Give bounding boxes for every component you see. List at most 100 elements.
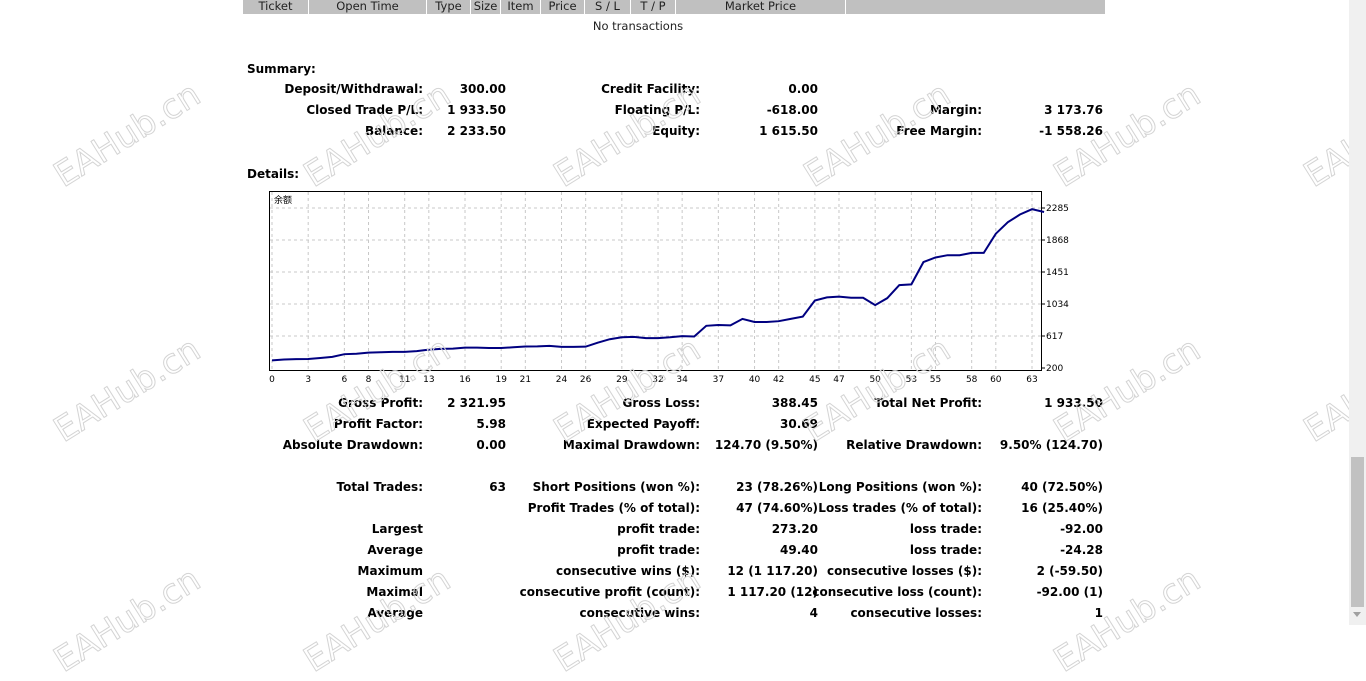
x-tick-label: 47 [833, 375, 844, 385]
positions-table-header: Ticket Open Time Type Size Item Price S / LT /… [243, 0, 1106, 14]
stat-label: Equity: [652, 124, 700, 138]
stat-label: loss trade: [909, 543, 982, 557]
details-heading: Details: [247, 167, 300, 181]
x-tick-label: 37 [713, 375, 724, 385]
stat-label: Gross Profit: [338, 396, 423, 410]
x-tick-label: 21 [520, 375, 531, 385]
stat-value: 1 933.50 [1044, 396, 1103, 410]
stat-label: Profit Trades (% of total): [527, 501, 700, 515]
stat-value: 300.00 [459, 82, 506, 96]
stat-label: Average [367, 543, 423, 557]
y-tick-label: 1868 [1046, 236, 1069, 246]
x-tick-label: 24 [556, 375, 568, 385]
watermark-text: EAHub.cn [1046, 329, 1208, 451]
stat-value: -1 558.26 [1039, 124, 1103, 138]
stat-value: 49.40 [780, 543, 818, 557]
column-header[interactable]: Price [541, 0, 585, 14]
x-tick-label: 0 [269, 375, 275, 385]
stat-value: 30.69 [780, 417, 818, 431]
stat-value: 5.98 [476, 417, 506, 431]
stat-label: Total Net Profit: [874, 396, 982, 410]
x-tick-label: 42 [773, 375, 784, 385]
stat-value: 4 [809, 606, 818, 620]
stat-label: Long Positions (won %): [818, 480, 982, 494]
stat-value: 12 (1 117.20) [727, 564, 818, 578]
stat-label: consecutive losses: [850, 606, 982, 620]
stat-value: 1 117.20 (12) [727, 585, 818, 599]
stat-label: Loss trades (% of total): [818, 501, 982, 515]
stat-label: loss trade: [909, 522, 982, 536]
x-tick-label: 11 [399, 375, 410, 385]
stat-value: 1 615.50 [759, 124, 818, 138]
stat-value: 124.70 (9.50%) [714, 438, 818, 452]
stat-value: 3 173.76 [1044, 103, 1103, 117]
stat-label: consecutive losses ($): [826, 564, 982, 578]
stat-value: 2 (-59.50) [1036, 564, 1103, 578]
column-header[interactable] [846, 0, 1106, 14]
stat-label: Free Margin: [896, 124, 982, 138]
x-tick-label: 26 [580, 375, 592, 385]
stat-value: -92.00 [1060, 522, 1103, 536]
watermark-text: EAHub.cn [46, 559, 208, 681]
stat-label: Absolute Drawdown: [282, 438, 423, 452]
watermark-text: EAHub.cn [46, 74, 208, 196]
stat-value: -92.00 (1) [1036, 585, 1103, 599]
x-tick-label: 58 [966, 375, 978, 385]
column-header[interactable]: Type [427, 0, 471, 14]
column-header[interactable]: Size [471, 0, 501, 14]
x-tick-label: 53 [906, 375, 917, 385]
stat-value: -24.28 [1060, 543, 1103, 557]
stat-value: 40 (72.50%) [1021, 480, 1103, 494]
y-tick-label: 617 [1046, 332, 1063, 342]
summary-heading: Summary: [247, 62, 316, 76]
stat-value: 0.00 [476, 438, 506, 452]
stat-label: Total Trades: [336, 480, 423, 494]
stat-value: 63 [489, 480, 506, 494]
vertical-scrollbar[interactable] [1349, 0, 1366, 625]
stat-label: Floating P/L: [614, 103, 700, 117]
scrollbar-thumb[interactable] [1351, 457, 1364, 607]
x-tick-label: 50 [869, 375, 881, 385]
x-tick-label: 6 [342, 375, 348, 385]
column-header[interactable]: Open Time [309, 0, 427, 14]
stat-value: -618.00 [766, 103, 818, 117]
x-tick-label: 60 [990, 375, 1002, 385]
stat-label: consecutive wins: [579, 606, 700, 620]
stat-label: profit trade: [617, 522, 700, 536]
column-header[interactable]: S / L [585, 0, 631, 14]
stat-label: Largest [371, 522, 423, 536]
stat-value: 1 933.50 [447, 103, 506, 117]
stat-label: Maximal Drawdown: [562, 438, 700, 452]
x-tick-label: 34 [676, 375, 688, 385]
stat-label: Average [367, 606, 423, 620]
stat-label: Short Positions (won %): [532, 480, 700, 494]
watermark-text: EAHub.cn [46, 329, 208, 451]
x-tick-label: 19 [495, 375, 507, 385]
stat-label: Closed Trade P/L: [306, 103, 423, 117]
chart-title: 余额 [274, 194, 292, 206]
stat-label: Deposit/Withdrawal: [284, 82, 423, 96]
column-header[interactable]: Ticket [243, 0, 309, 14]
stat-value: 2 233.50 [447, 124, 506, 138]
x-tick-label: 13 [423, 375, 434, 385]
stat-label: Maximal [366, 585, 423, 599]
stat-value: 388.45 [771, 396, 818, 410]
y-tick-label: 200 [1046, 364, 1063, 374]
x-tick-label: 63 [1026, 375, 1037, 385]
no-transactions-text: No transactions [592, 19, 684, 33]
scroll-down-arrow-icon[interactable] [1353, 612, 1361, 617]
stat-label: Expected Payoff: [586, 417, 700, 431]
stat-value: 16 (25.40%) [1021, 501, 1103, 515]
y-tick-label: 1451 [1046, 268, 1069, 278]
column-header[interactable]: Market Price [676, 0, 846, 14]
x-tick-label: 3 [305, 375, 311, 385]
x-tick-label: 29 [616, 375, 628, 385]
stat-label: Relative Drawdown: [846, 438, 982, 452]
x-tick-label: 55 [930, 375, 941, 385]
stat-value: 273.20 [771, 522, 818, 536]
stat-label: consecutive loss (count): [812, 585, 982, 599]
x-tick-label: 45 [809, 375, 820, 385]
column-header[interactable]: Item [501, 0, 541, 14]
x-tick-label: 32 [652, 375, 663, 385]
column-header[interactable]: T / P [631, 0, 676, 14]
